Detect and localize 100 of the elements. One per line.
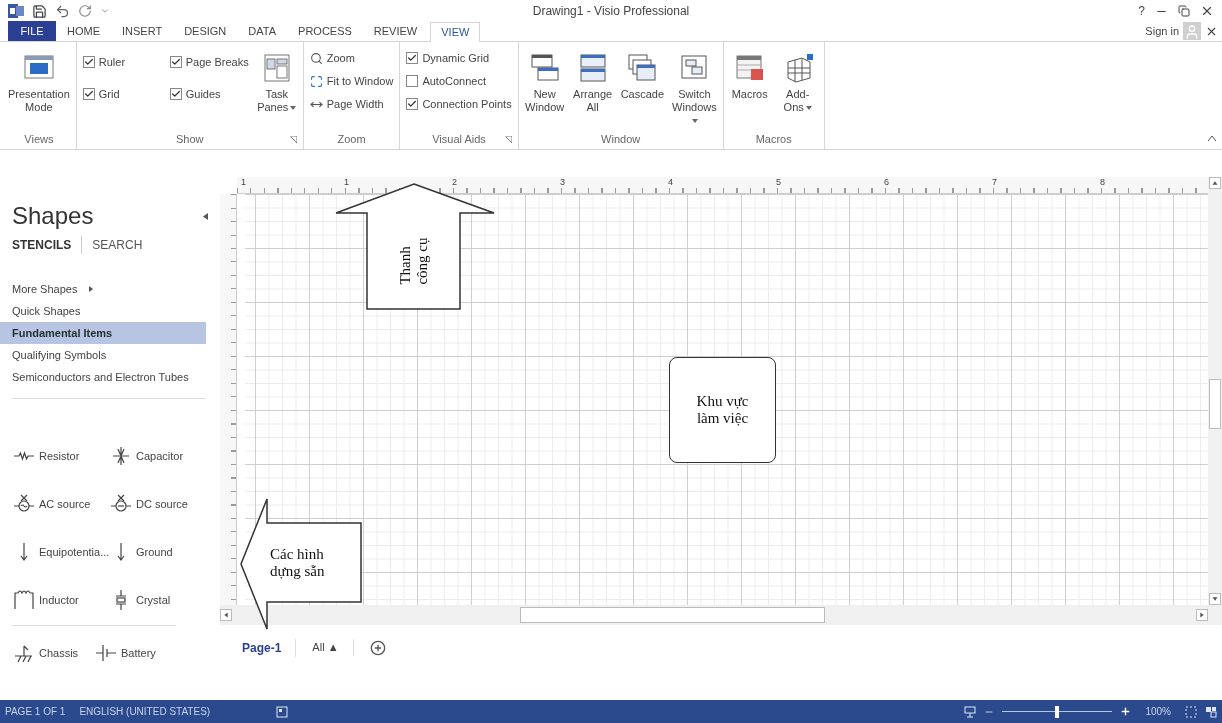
add-page-icon[interactable] [369,639,386,656]
zoom-button[interactable]: Fit to Window [309,71,394,91]
window-icon [528,52,561,84]
sign-in-link[interactable]: Sign in [1145,22,1179,40]
ribbon-button[interactable]: Presentation Mode [8,48,70,114]
shape-item[interactable]: Capacitor [109,445,206,467]
checkbox[interactable]: Dynamic Grid [406,48,512,68]
shape-item[interactable]: Battery [94,642,176,664]
zoom-button[interactable]: Page Width [309,94,394,114]
dialog-launcher-icon[interactable] [504,136,512,143]
scroll-up-icon[interactable] [1209,177,1221,189]
checkmark-icon [407,53,418,63]
horizontal-scrollbar[interactable] [220,605,1222,625]
close-icon[interactable] [1200,4,1214,18]
macro-record-icon[interactable] [276,705,289,718]
scroll-thumb[interactable] [520,607,825,623]
dialog-launcher-icon[interactable] [289,136,297,143]
battery-icon [94,642,118,664]
page-tab[interactable]: Page-1 [242,638,297,657]
scroll-down-icon[interactable] [1209,593,1221,605]
ribbon-button[interactable]: New Window [524,48,565,114]
ruler-label: 1 [344,177,349,187]
ribbon-tab[interactable]: DESIGN [173,21,238,41]
scroll-right-icon[interactable] [1196,609,1208,621]
panel-tab[interactable]: STENCILS [12,236,83,254]
shape-item[interactable]: Resistor [12,445,109,467]
caret-icon [805,106,812,111]
ac-source-icon [12,493,36,515]
status-text: PAGE 1 OF 1 [5,705,66,719]
zoom-button[interactable]: Zoom [309,48,394,68]
redo-icon[interactable] [78,4,92,18]
callout-text: làm việc [696,410,749,427]
shape-item[interactable]: Inductor [12,589,109,611]
stencil-item[interactable]: Qualifying Symbols [0,344,206,366]
undo-icon[interactable] [55,3,70,19]
ruler-label: 5 [776,177,781,187]
shape-item[interactable]: AC source [12,493,109,515]
vertical-scrollbar[interactable] [1208,177,1222,605]
all-pages-button[interactable]: All ▲ [312,639,354,656]
shape-item[interactable]: Equipotentia... [12,541,109,563]
checkmark-icon [170,57,181,67]
ribbon-tab[interactable]: PROCESS [287,21,363,41]
shape-item[interactable]: Ground [109,541,206,563]
switch-windows-icon[interactable] [1205,705,1217,718]
stencil-item[interactable]: Fundamental Items [0,322,206,344]
checkbox[interactable]: Ruler [82,52,162,72]
collapse-panel-icon[interactable] [203,212,208,220]
collapse-ribbon-icon[interactable] [1208,136,1216,141]
panel-tab[interactable]: SEARCH [92,236,143,254]
checkmark-icon [83,57,94,67]
checkbox[interactable]: Guides [169,84,249,104]
checkbox[interactable]: Connection Points [406,94,512,114]
panel-title: Shapes [12,202,94,230]
group-label: Macros [755,131,792,147]
ribbon-button[interactable]: Add-Ons [777,48,818,114]
callout-text: Các hình [270,545,325,563]
stencil-item[interactable]: Semiconductors and Electron Tubes [0,366,206,388]
ribbon-tab[interactable]: VIEW [430,22,481,42]
save-icon[interactable] [32,3,47,19]
help-button[interactable]: ? [1138,2,1145,20]
callout-text: Thanh [396,245,414,285]
ruler-label: 8 [1100,177,1105,187]
checkbox[interactable]: AutoConnect [406,71,512,91]
ribbon-button[interactable]: Task Panes [256,48,297,114]
shape-item[interactable]: Crystal [109,589,206,611]
ribbon-tab[interactable]: HOME [56,21,111,41]
stencil-item[interactable]: More Shapes [0,278,206,300]
stencil-item[interactable]: Quick Shapes [0,300,206,322]
fit-icon [309,74,323,88]
zoom-percent[interactable]: 100% [1145,704,1171,719]
ruler-label: 4 [668,177,673,187]
ruler-label: 3 [560,177,565,187]
dc-source-icon [109,493,133,515]
status-text: ENGLISH (UNITED STATES) [79,705,211,719]
checkbox[interactable]: Grid [82,84,162,104]
ribbon-tab[interactable]: DATA [237,21,288,41]
ruler-label: 6 [884,177,889,187]
ribbon-tab[interactable]: INSERT [111,21,174,41]
checkbox[interactable]: Page Breaks [169,52,249,72]
shape-item[interactable]: Chassis [12,642,94,664]
ribbon-button[interactable]: Cascade [620,48,665,101]
ribbon-button[interactable]: Macros [729,48,770,101]
restore-icon[interactable] [1178,5,1190,17]
slider-thumb[interactable] [1055,705,1060,718]
scroll-left-icon[interactable] [220,609,232,621]
group-label: Show [176,131,204,147]
group-label: Window [601,131,641,147]
shape-item[interactable]: DC source [109,493,206,515]
scroll-thumb[interactable] [1209,379,1221,429]
fit-page-icon[interactable] [1185,705,1197,718]
zoom-in-icon[interactable] [1120,706,1132,717]
ruler-label: 1 [241,177,246,187]
file-tab[interactable]: FILE [8,21,56,41]
presentation-icon[interactable] [964,705,977,718]
ribbon-button[interactable]: Switch Windows [672,48,717,127]
zoom-slider[interactable] [1002,705,1113,718]
app-logo-icon [8,3,24,19]
ribbon-button[interactable]: Arrange All [572,48,613,114]
group-label: Zoom [337,131,366,147]
ribbon-tab[interactable]: REVIEW [362,21,429,41]
